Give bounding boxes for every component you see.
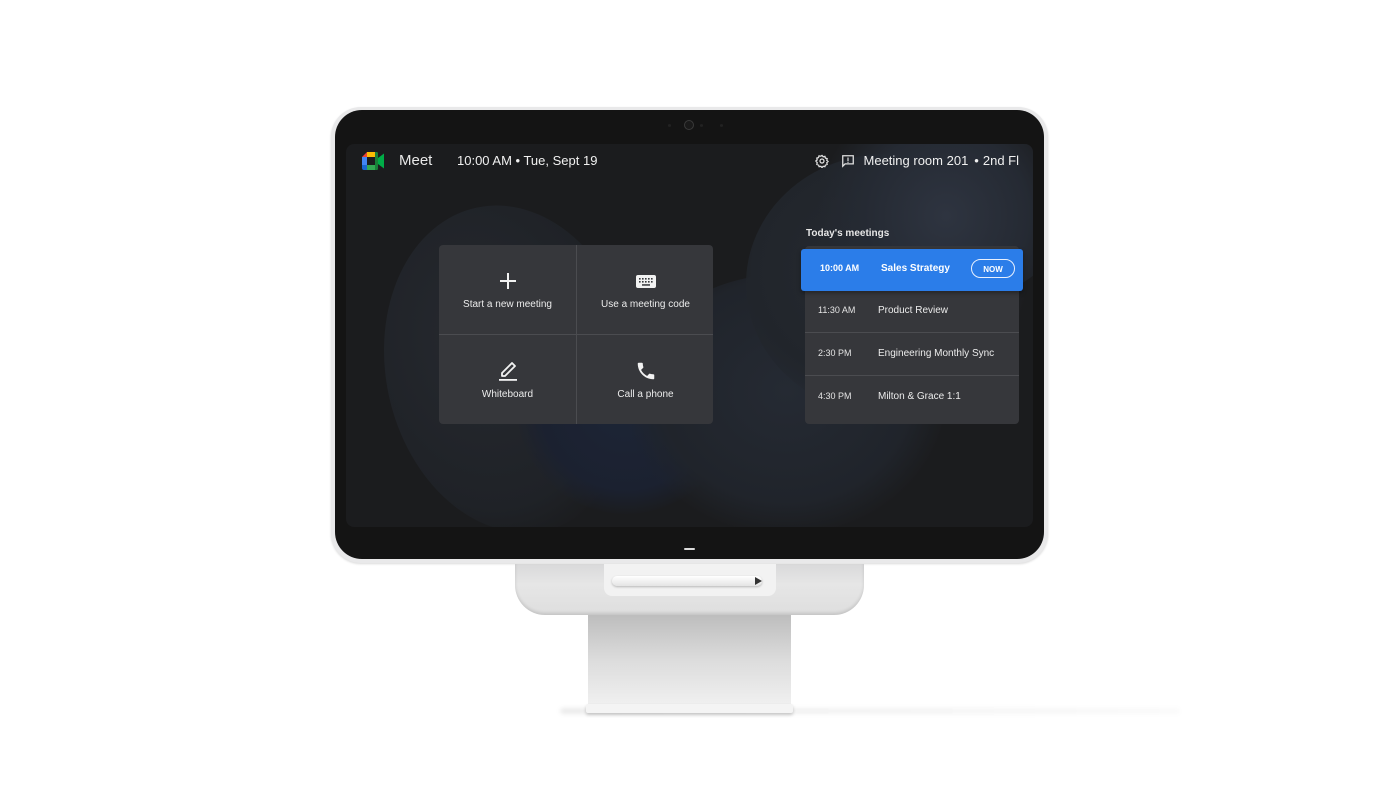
meeting-time: 10:00 AM: [820, 263, 860, 273]
action-label: Start a new meeting: [463, 299, 552, 310]
meeting-title: Product Review: [878, 305, 949, 316]
meeting-time: 11:30 AM: [818, 305, 856, 315]
call-phone-button[interactable]: Call a phone: [577, 335, 713, 424]
row-divider: [805, 375, 1019, 376]
stand-base: [586, 704, 793, 713]
keyboard-icon: [635, 275, 656, 288]
home-indicator: [684, 548, 695, 550]
grid-divider: [439, 334, 713, 335]
row-divider: [805, 332, 1019, 333]
sensor-dot: [720, 124, 723, 127]
room-separator: •: [974, 153, 979, 168]
use-meeting-code-button[interactable]: Use a meeting code: [577, 245, 713, 334]
pen-icon: [498, 362, 517, 381]
screen: Meet 10:00 AM • Tue, Sept 19 Meeting roo…: [346, 144, 1033, 527]
room-name: Meeting room 201: [863, 153, 969, 168]
room-floor: 2nd Fl: [982, 153, 1019, 168]
app-name: Meet: [399, 152, 433, 169]
meeting-row[interactable]: 4:30 PM Milton & Grace 1:1: [805, 377, 1019, 419]
meeting-row-active[interactable]: 10:00 AM Sales Strategy NOW: [801, 249, 1023, 291]
whiteboard-button[interactable]: Whiteboard: [439, 335, 576, 424]
todays-meetings-heading: Today's meetings: [806, 228, 890, 239]
action-grid: Start a new meeting Use a meeting code W…: [439, 245, 713, 424]
start-new-meeting-button[interactable]: Start a new meeting: [439, 245, 576, 334]
room-label: Meeting room 201 • 2nd Fl: [864, 153, 1019, 168]
current-datetime: 10:00 AM • Tue, Sept 19: [457, 153, 598, 168]
stylus-pen[interactable]: [612, 576, 762, 586]
meeting-title: Sales Strategy: [881, 263, 950, 274]
now-badge[interactable]: NOW: [971, 259, 1015, 278]
meeting-title: Engineering Monthly Sync: [878, 348, 995, 359]
feedback-icon[interactable]: [841, 154, 855, 168]
action-label: Use a meeting code: [601, 299, 690, 310]
stand-pole: [588, 615, 791, 705]
gear-icon[interactable]: [815, 154, 829, 168]
action-label: Whiteboard: [481, 389, 534, 400]
top-bar: Meet 10:00 AM • Tue, Sept 19 Meeting roo…: [346, 144, 1033, 178]
google-meet-logo-icon: [362, 152, 384, 170]
stylus-tip: [755, 577, 762, 585]
meeting-row[interactable]: 11:30 AM Product Review: [805, 291, 1019, 333]
action-label: Call a phone: [617, 389, 674, 400]
sensor-dot: [668, 124, 671, 127]
sensor-dot: [700, 124, 703, 127]
meeting-time: 2:30 PM: [818, 348, 852, 358]
meeting-time: 4:30 PM: [818, 391, 852, 401]
meeting-title: Milton & Grace 1:1: [878, 391, 961, 402]
plus-icon: [499, 273, 516, 289]
camera-icon: [684, 120, 694, 130]
meeting-row[interactable]: 2:30 PM Engineering Monthly Sync: [805, 334, 1019, 376]
phone-icon: [637, 362, 654, 380]
